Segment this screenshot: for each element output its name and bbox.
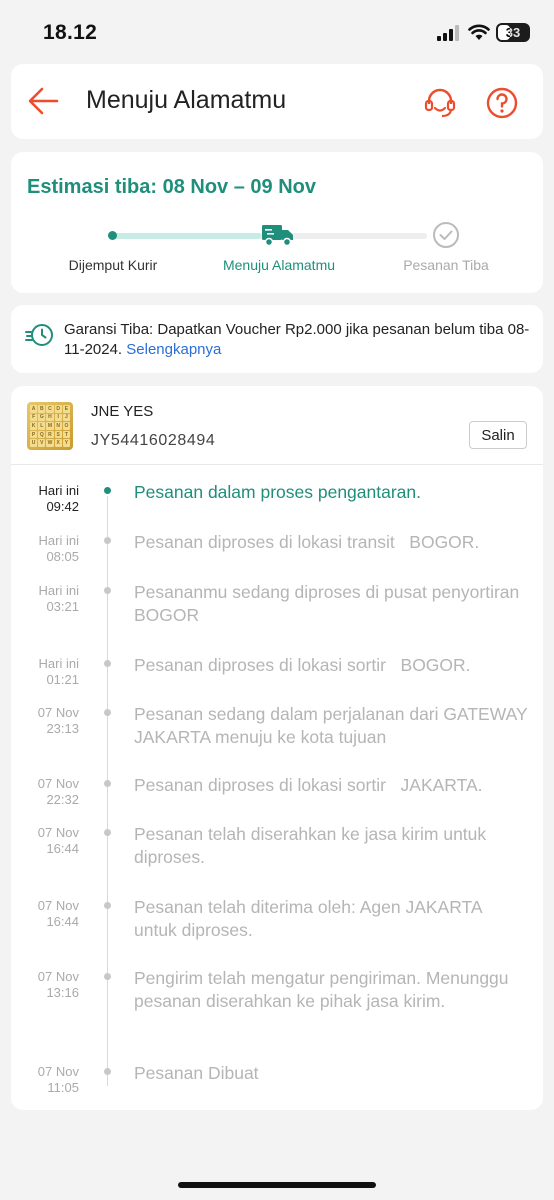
back-arrow-icon[interactable] [27, 84, 61, 118]
timeline-event-text: Pesanan Dibuat [134, 1063, 259, 1083]
timeline-event-text: Pengirim telah mengatur pengiriman. Menu… [134, 968, 514, 1011]
timeline-time: 22:32 [46, 792, 79, 807]
timeline-day: Hari ini [38, 583, 79, 598]
timeline-dot [104, 660, 111, 667]
tracking-number: JY54416028494 [91, 432, 216, 449]
header-bar: Menuju Alamatmu [11, 64, 543, 139]
progress-track-done [111, 233, 261, 239]
timeline-date: Hari ini 01:21 [11, 656, 79, 688]
delivery-truck-icon [262, 225, 293, 247]
shipment-tracking-card: ABCDE FGHIJ KLMNO PQRST UVWXY JNE YES JY… [11, 386, 543, 1110]
timeline-event-text: Pesanan diproses di lokasi transit BOGOR… [134, 532, 480, 552]
timeline-time: 23:13 [46, 721, 79, 736]
timeline-date: 07 Nov 16:44 [11, 898, 79, 930]
timeline-day: Hari ini [38, 533, 79, 548]
timeline-dot [104, 902, 111, 909]
check-circle-icon [433, 222, 459, 248]
timeline-date: Hari ini 09:42 [11, 483, 79, 515]
timeline-time: 08:05 [46, 549, 79, 564]
status-time: 18.12 [43, 21, 98, 44]
timeline-time: 16:44 [46, 841, 79, 856]
timeline-date: 07 Nov 11:05 [11, 1064, 79, 1096]
signal-icon [437, 25, 459, 41]
timeline-dot [104, 587, 111, 594]
timeline-time: 09:42 [46, 499, 79, 514]
timeline-day: 07 Nov [37, 898, 79, 913]
status-bar: 18.12 33 [0, 0, 554, 60]
timeline-date: 07 Nov 23:13 [11, 705, 79, 737]
fast-clock-icon [25, 324, 53, 346]
progress-start-dot [108, 231, 117, 240]
timeline-event-text: Pesanan dalam proses pengantaran. [134, 482, 422, 502]
guarantee-text: Garansi Tiba: Dapatkan Voucher Rp2.000 j… [64, 320, 534, 360]
timeline-event-text: Pesananmu sedang diproses di pusat penyo… [134, 582, 525, 625]
timeline-dot [104, 537, 111, 544]
divider [11, 464, 543, 465]
customer-support-icon[interactable] [423, 86, 457, 120]
timeline-time: 03:21 [46, 599, 79, 614]
timeline-date: 07 Nov 13:16 [11, 969, 79, 1001]
timeline-day: 07 Nov [37, 776, 79, 791]
page-title: Menuju Alamatmu [86, 86, 287, 114]
help-icon[interactable] [485, 86, 519, 120]
step-arrived: Pesanan Tiba [403, 257, 489, 273]
timeline-axis [107, 496, 108, 1086]
timeline-day: Hari ini [38, 483, 79, 498]
timeline-dot [104, 973, 111, 980]
copy-button[interactable]: Salin [469, 421, 527, 449]
delivery-guarantee-card: Garansi Tiba: Dapatkan Voucher Rp2.000 j… [11, 305, 543, 373]
learn-more-link[interactable]: Selengkapnya [126, 341, 221, 358]
timeline-time: 16:44 [46, 914, 79, 929]
wifi-icon [468, 24, 490, 40]
timeline-event-text: Pesanan diproses di lokasi sortir BOGOR. [134, 655, 471, 675]
timeline-dot [104, 829, 111, 836]
timeline-dot [104, 780, 111, 787]
timeline-event-text: Pesanan telah diterima oleh: Agen JAKART… [134, 897, 487, 940]
timeline-day: 07 Nov [37, 705, 79, 720]
timeline-time: 01:21 [46, 672, 79, 687]
timeline-date: 07 Nov 22:32 [11, 776, 79, 808]
timeline-day: 07 Nov [37, 969, 79, 984]
timeline-dot [104, 1068, 111, 1075]
step-on-the-way: Menuju Alamatmu [222, 257, 336, 273]
courier-logo: ABCDE FGHIJ KLMNO PQRST UVWXY [27, 402, 73, 450]
courier-name: JNE YES [91, 403, 154, 420]
timeline-time: 13:16 [46, 985, 79, 1000]
timeline-event-text: Pesanan telah diserahkan ke jasa kirim u… [134, 824, 492, 867]
timeline-date: 07 Nov 16:44 [11, 825, 79, 857]
timeline-event-text: Pesanan diproses di lokasi sortir JAKART… [134, 775, 483, 795]
timeline-dot [104, 709, 111, 716]
timeline-date: Hari ini 08:05 [11, 533, 79, 565]
timeline-time: 11:05 [47, 1080, 79, 1095]
timeline-day: 07 Nov [37, 1064, 79, 1079]
battery-level: 33 [505, 25, 521, 40]
timeline-day: 07 Nov [37, 825, 79, 840]
timeline-dot [104, 487, 111, 494]
timeline-date: Hari ini 03:21 [11, 583, 79, 615]
home-indicator [178, 1182, 376, 1188]
timeline-event-text: Pesanan sedang dalam perjalanan dari GAT… [134, 704, 533, 747]
delivery-estimate-card: Estimasi tiba: 08 Nov – 09 Nov Dijemput … [11, 152, 543, 293]
battery-icon: 33 [496, 23, 530, 42]
timeline-day: Hari ini [38, 656, 79, 671]
estimate-title: Estimasi tiba: 08 Nov – 09 Nov [27, 176, 317, 198]
step-picked-up: Dijemput Kurir [68, 257, 158, 273]
